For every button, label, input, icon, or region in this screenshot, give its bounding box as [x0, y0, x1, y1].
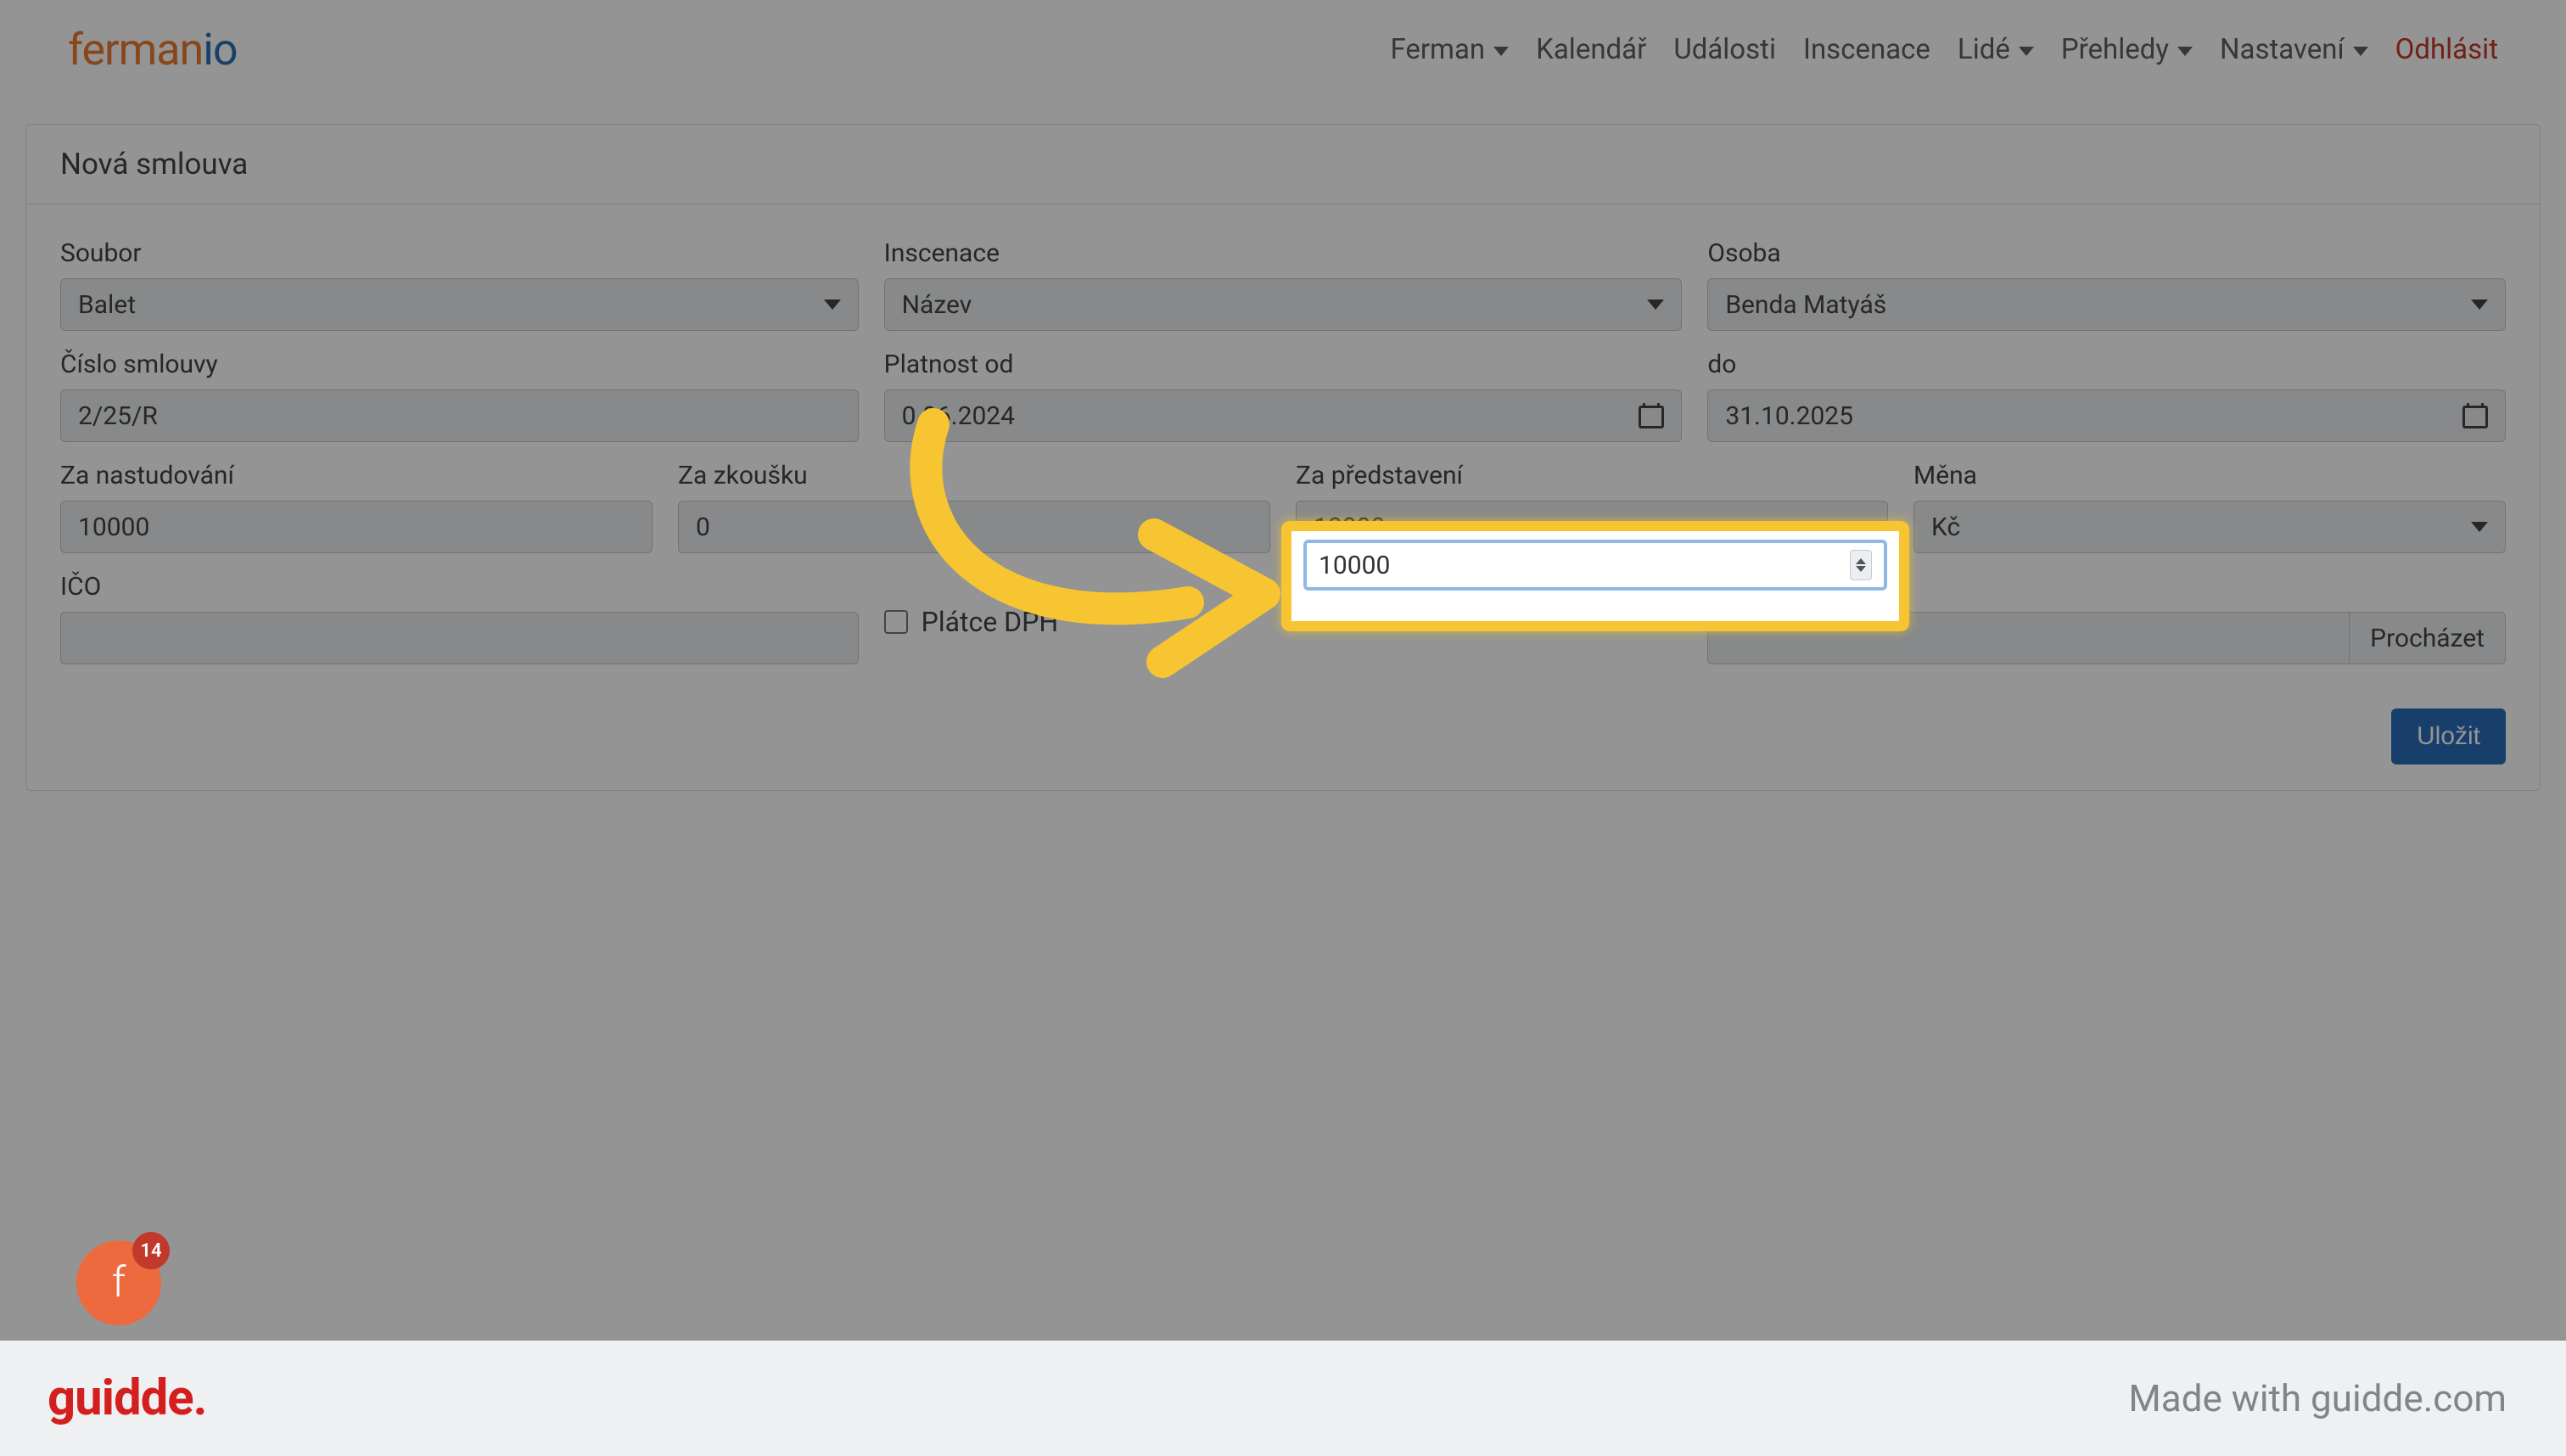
chevron-down-icon: [824, 300, 841, 310]
group-za-zkousku: Za zkoušku 0: [678, 461, 1270, 553]
group-inscenace: Inscenace Název: [884, 238, 1683, 331]
input-cislo[interactable]: 2/25/R: [60, 389, 859, 442]
button-row: Uložit: [60, 683, 2506, 764]
group-platnost-od: Platnost od 0 06.2024: [884, 350, 1683, 442]
label-cislo: Číslo smlouvy: [60, 350, 859, 379]
input-za-zkousku-value: 0: [696, 512, 710, 542]
nav-items: Ferman Kalendář Události Inscenace Lidé …: [1390, 33, 2498, 66]
nav-ferman-label: Ferman: [1390, 33, 1485, 66]
calendar-icon: [2462, 403, 2488, 428]
group-ico: IČO: [60, 572, 859, 664]
select-soubor-value: Balet: [78, 290, 136, 320]
group-osoba: Osoba Benda Matyáš: [1707, 238, 2506, 331]
input-cislo-value: 2/25/R: [78, 401, 158, 431]
select-osoba-value: Benda Matyáš: [1725, 290, 1886, 320]
nav-ferman[interactable]: Ferman: [1390, 33, 1509, 66]
label-platnost-od: Platnost od: [884, 350, 1683, 379]
label-do: do: [1707, 350, 2506, 379]
input-za-predstaveni-value: 10000: [1314, 512, 1385, 542]
logo-part2: io: [203, 24, 237, 76]
chevron-down-icon: [2353, 47, 2368, 56]
select-inscenace-value: Název: [902, 290, 972, 320]
file-input[interactable]: [1707, 612, 2349, 664]
save-button-label: Uložit: [2417, 722, 2480, 750]
nav-logout-label: Odhlásit: [2395, 33, 2498, 66]
chevron-down-icon: [2471, 522, 2488, 532]
chevron-down-icon: [2177, 47, 2193, 56]
guidde-logo: guidde.: [48, 1369, 206, 1427]
label-mena: Měna: [1913, 461, 2506, 490]
chevron-down-icon: [2471, 300, 2488, 310]
card-title: Nová smlouva: [26, 125, 2540, 204]
label-platce-dph: Plátce DPH: [922, 606, 1059, 638]
checkbox-icon: [884, 610, 908, 634]
group-soubor: Soubor Balet: [60, 238, 859, 331]
label-osoba: Osoba: [1707, 238, 2506, 268]
group-za-nastudovani: Za nastudování 10000: [60, 461, 653, 553]
nav-nastaveni-label: Nastavení: [2220, 33, 2345, 66]
app-logo[interactable]: fermanio: [68, 24, 238, 76]
input-ico[interactable]: [60, 612, 859, 664]
select-inscenace[interactable]: Název: [884, 278, 1683, 331]
label-inscenace: Inscenace: [884, 238, 1683, 268]
form-card: Nová smlouva Soubor Balet Inscenace Náze…: [25, 124, 2541, 791]
browse-button[interactable]: Procházet: [2349, 612, 2506, 664]
chat-badge-count: 14: [132, 1232, 170, 1269]
label-ico: IČO: [60, 572, 859, 602]
chat-letter: f: [112, 1258, 126, 1308]
nav-lide[interactable]: Lidé: [1958, 33, 2034, 66]
save-button[interactable]: Uložit: [2391, 708, 2506, 764]
input-do-value: 31.10.2025: [1725, 401, 1853, 431]
label-scan: Scan (PDF): [1707, 572, 2506, 602]
label-za-predstaveni: Za představení: [1296, 461, 1888, 490]
nav-inscenace-label: Inscenace: [1803, 33, 1930, 66]
file-input-group: Procházet: [1707, 612, 2506, 664]
app-container: fermanio Ferman Kalendář Události Inscen…: [0, 0, 2566, 1341]
group-scan: Scan (PDF) Procházet: [1707, 572, 2506, 664]
input-za-predstaveni[interactable]: 10000: [1296, 501, 1888, 553]
label-za-nastudovani: Za nastudování: [60, 461, 653, 490]
card-body: Soubor Balet Inscenace Název Osoba: [26, 204, 2540, 790]
nav-inscenace[interactable]: Inscenace: [1803, 33, 1930, 66]
browse-button-label: Procházet: [2370, 624, 2485, 653]
chat-bubble[interactable]: f 14: [76, 1240, 161, 1325]
group-cislo: Číslo smlouvy 2/25/R: [60, 350, 859, 442]
nav-kalendar[interactable]: Kalendář: [1536, 33, 1646, 66]
input-za-nastudovani-value: 10000: [78, 512, 149, 542]
select-osoba[interactable]: Benda Matyáš: [1707, 278, 2506, 331]
label-za-zkousku: Za zkoušku: [678, 461, 1270, 490]
chevron-down-icon: [2019, 47, 2034, 56]
chevron-down-icon: [1647, 300, 1664, 310]
input-za-nastudovani[interactable]: 10000: [60, 501, 653, 553]
made-with-label: Made with guidde.com: [2128, 1376, 2507, 1420]
chevron-down-icon: [1493, 47, 1509, 56]
nav-udalosti-label: Události: [1673, 33, 1776, 66]
input-platnost-od[interactable]: 0 06.2024: [884, 389, 1683, 442]
nav-logout[interactable]: Odhlásit: [2395, 33, 2498, 66]
nav-lide-label: Lidé: [1958, 33, 2010, 66]
guidde-bar: guidde. Made with guidde.com: [0, 1341, 2566, 1456]
navbar: fermanio Ferman Kalendář Události Inscen…: [0, 0, 2566, 98]
input-do[interactable]: 31.10.2025: [1707, 389, 2506, 442]
nav-udalosti[interactable]: Události: [1673, 33, 1776, 66]
select-soubor[interactable]: Balet: [60, 278, 859, 331]
label-soubor: Soubor: [60, 238, 859, 268]
logo-part1: ferman: [68, 24, 203, 76]
nav-kalendar-label: Kalendář: [1536, 33, 1646, 66]
group-platce-dph: Plátce DPH: [884, 572, 1683, 664]
select-mena[interactable]: Kč: [1913, 501, 2506, 553]
input-platnost-od-value: 0 06.2024: [902, 401, 1015, 431]
group-za-predstaveni: Za představení 10000: [1296, 461, 1888, 553]
input-za-zkousku[interactable]: 0: [678, 501, 1270, 553]
group-do: do 31.10.2025: [1707, 350, 2506, 442]
calendar-icon: [1639, 403, 1664, 428]
nav-prehledy-label: Přehledy: [2061, 33, 2169, 66]
nav-prehledy[interactable]: Přehledy: [2061, 33, 2193, 66]
group-mena: Měna Kč: [1913, 461, 2506, 553]
nav-nastaveni[interactable]: Nastavení: [2220, 33, 2368, 66]
checkbox-platce-dph[interactable]: Plátce DPH: [884, 572, 1683, 638]
select-mena-value: Kč: [1931, 512, 1960, 542]
